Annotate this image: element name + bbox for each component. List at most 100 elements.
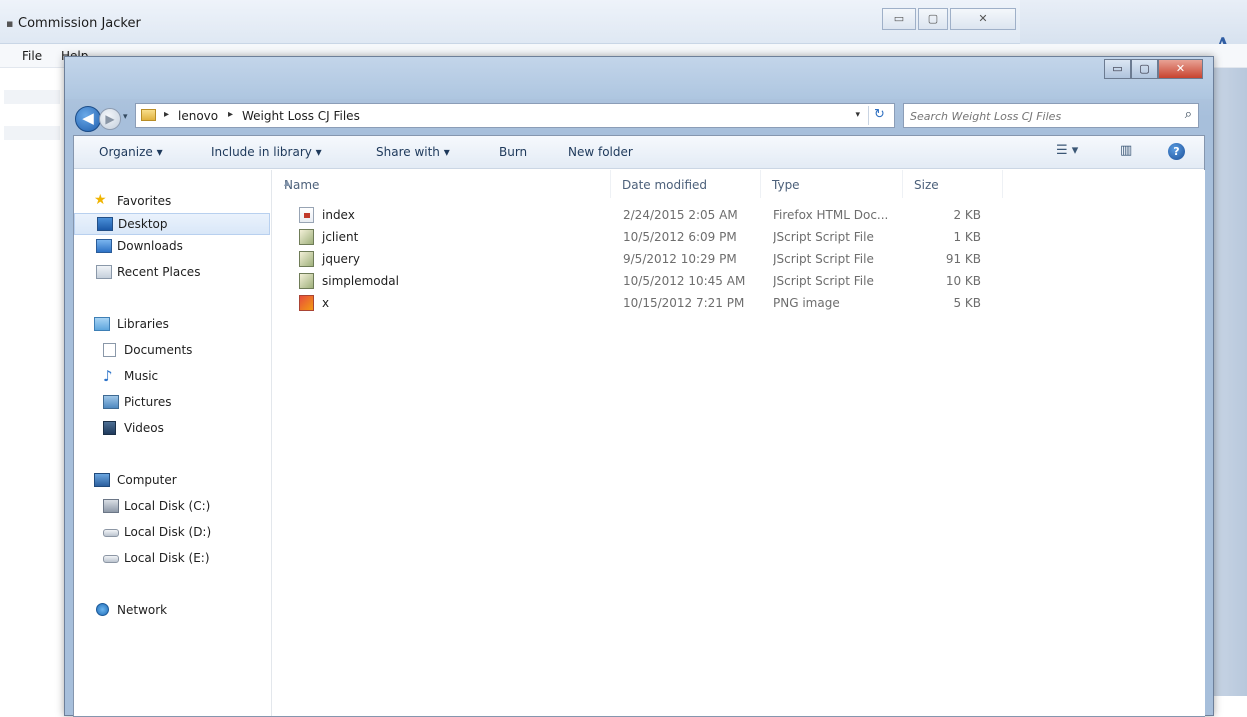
nav-libraries-label: Libraries (117, 317, 169, 331)
file-row-simplemodal[interactable]: simplemodal 10/5/2012 10:45 AM JScript S… (273, 270, 993, 292)
file-size: 1 KB (953, 230, 981, 244)
jscript-file-icon (299, 273, 314, 289)
column-header-type[interactable]: Type (761, 170, 903, 198)
nav-item-local-disk-e[interactable]: Local Disk (E:) (74, 548, 270, 570)
back-button[interactable]: ◀ (75, 106, 101, 132)
nav-favorites-label: Favorites (117, 194, 172, 208)
file-size: 2 KB (953, 208, 981, 222)
forward-button[interactable]: ▶ (99, 108, 121, 130)
breadcrumb-separator[interactable]: ▸ (228, 109, 233, 120)
file-name: index (322, 208, 355, 222)
disk-icon (103, 555, 119, 563)
nav-item-music[interactable]: ♪ Music (74, 366, 270, 388)
column-header-label: Type (772, 178, 800, 192)
file-type: PNG image (773, 296, 840, 310)
app-icon: ▪ (6, 17, 14, 30)
breadcrumb-separator[interactable]: ▸ (164, 109, 169, 120)
close-button[interactable]: ✕ (1158, 59, 1203, 79)
minimize-button[interactable]: ▭ (1104, 59, 1131, 79)
nav-item-label: Local Disk (E:) (124, 551, 210, 565)
change-view-button[interactable]: ☰ ▾ (1056, 143, 1078, 158)
file-name: x (322, 296, 330, 310)
column-header-date-modified[interactable]: Date modified (611, 170, 761, 198)
file-name: simplemodal (322, 274, 399, 288)
jscript-file-icon (299, 229, 314, 245)
disk-icon (103, 529, 119, 537)
file-date-modified: 2/24/2015 2:05 AM (623, 208, 738, 222)
documents-icon (103, 343, 116, 357)
help-button[interactable]: ? (1168, 143, 1185, 160)
column-header-name[interactable]: Name ▲ (273, 170, 611, 198)
column-header-label: Size (914, 178, 939, 192)
html-file-icon (299, 207, 314, 223)
nav-item-label: Documents (124, 343, 193, 357)
menu-file[interactable]: File (22, 49, 42, 63)
background-close-button[interactable]: ✕ (950, 8, 1016, 30)
nav-item-local-disk-d[interactable]: Local Disk (D:) (74, 522, 270, 544)
nav-item-recent-places[interactable]: Recent Places (74, 262, 270, 284)
nav-computer[interactable]: Computer (74, 470, 270, 492)
nav-item-downloads[interactable]: Downloads (74, 236, 270, 258)
file-row-index[interactable]: index 2/24/2015 2:05 AM Firefox HTML Doc… (273, 204, 993, 226)
nav-item-documents[interactable]: Documents (74, 340, 270, 362)
address-history-dropdown[interactable]: ▾ (855, 110, 860, 120)
background-maximize-button[interactable]: ▢ (918, 8, 948, 30)
nav-item-label: Pictures (124, 395, 172, 409)
file-type: JScript Script File (773, 252, 874, 266)
recent-places-icon (96, 265, 112, 279)
file-name: jquery (322, 252, 360, 266)
file-date-modified: 9/5/2012 10:29 PM (623, 252, 737, 266)
recent-pages-dropdown[interactable]: ▾ (123, 112, 128, 122)
nav-network-label: Network (117, 603, 168, 617)
file-date-modified: 10/5/2012 10:45 AM (623, 274, 746, 288)
share-with-button[interactable]: Share with ▾ (376, 145, 450, 159)
file-row-jquery[interactable]: jquery 9/5/2012 10:29 PM JScript Script … (273, 248, 993, 270)
background-title-bar[interactable]: ▪ Commission Jacker ▭ ▢ ✕ (0, 0, 1020, 44)
new-folder-button[interactable]: New folder (568, 145, 633, 159)
nav-item-label: Videos (124, 421, 164, 435)
background-minimize-button[interactable]: ▭ (882, 8, 916, 30)
explorer-title-bar[interactable]: ▭ ▢ ✕ (65, 57, 1213, 99)
search-icon[interactable]: ⌕ (1185, 107, 1192, 122)
nav-favorites[interactable]: ★ Favorites (74, 191, 270, 213)
refresh-button[interactable]: ↻ (868, 106, 890, 125)
burn-button[interactable]: Burn (499, 145, 527, 159)
column-header-label: Date modified (622, 178, 708, 192)
nav-item-pictures[interactable]: Pictures (74, 392, 270, 414)
file-type: Firefox HTML Doc... (773, 208, 889, 222)
organize-button[interactable]: Organize ▾ (99, 145, 163, 159)
background-content (0, 68, 64, 696)
videos-icon (103, 421, 116, 435)
search-input[interactable] (910, 107, 1160, 125)
maximize-button[interactable]: ▢ (1131, 59, 1158, 79)
jscript-file-icon (299, 251, 314, 267)
system-disk-icon (103, 499, 119, 513)
file-name: jclient (322, 230, 359, 244)
column-header-size[interactable]: Size (903, 170, 1003, 198)
folder-icon (141, 109, 156, 121)
include-in-library-button[interactable]: Include in library ▾ (211, 145, 322, 159)
background-window-title: Commission Jacker (18, 16, 141, 31)
computer-icon (94, 473, 110, 487)
navigation-pane: ★ Favorites Desktop Downloads Recent Pla… (74, 170, 272, 716)
file-row-jclient[interactable]: jclient 10/5/2012 6:09 PM JScript Script… (273, 226, 993, 248)
file-size: 10 KB (945, 274, 981, 288)
nav-item-local-disk-c[interactable]: Local Disk (C:) (74, 496, 270, 518)
breadcrumb-current-folder[interactable]: Weight Loss CJ Files (242, 109, 360, 123)
music-icon: ♪ (103, 367, 113, 385)
downloads-icon (96, 239, 112, 253)
nav-libraries[interactable]: Libraries (74, 314, 270, 336)
address-bar[interactable]: ▸ lenovo ▸ Weight Loss CJ Files ▾ ↻ (135, 103, 895, 128)
nav-network[interactable]: Network (74, 600, 270, 622)
png-file-icon (299, 295, 314, 311)
file-row-x[interactable]: x 10/15/2012 7:21 PM PNG image 5 KB (273, 292, 993, 314)
nav-item-videos[interactable]: Videos (74, 418, 270, 440)
address-row: ◀ ▶ ▾ ▸ lenovo ▸ Weight Loss CJ Files ▾ … (65, 99, 1213, 133)
search-box[interactable]: ⌕ (903, 103, 1199, 128)
breadcrumb-lenovo[interactable]: lenovo (178, 109, 218, 123)
nav-computer-label: Computer (117, 473, 177, 487)
background-content-block (4, 126, 60, 140)
nav-item-label: Desktop (118, 217, 168, 231)
nav-item-desktop[interactable]: Desktop (74, 213, 270, 235)
preview-pane-button[interactable]: ▥ (1120, 143, 1132, 158)
